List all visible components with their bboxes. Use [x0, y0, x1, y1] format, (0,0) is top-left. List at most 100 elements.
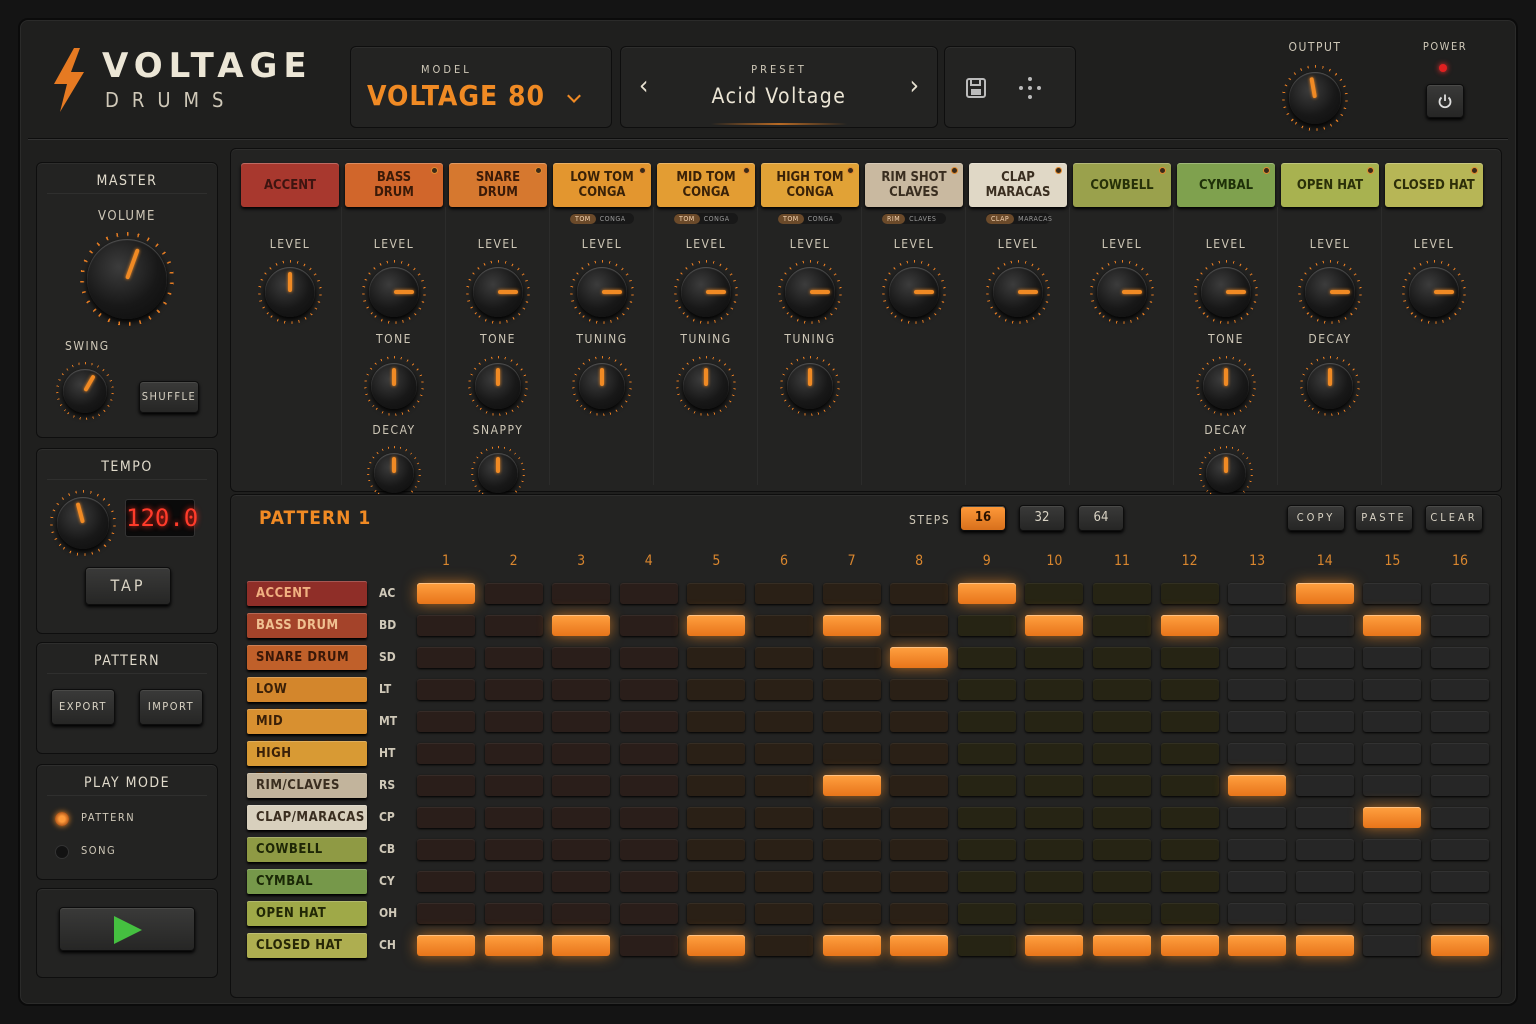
voice-toggle-clap-maracas[interactable]: CLAP MARACAS — [986, 213, 1052, 224]
step-button[interactable] — [417, 935, 475, 956]
step-button[interactable] — [1431, 615, 1489, 636]
mid-tom-conga-level-knob[interactable] — [681, 267, 731, 317]
instrument-button-rim-shot-claves[interactable]: RIM SHOT CLAVES — [865, 163, 963, 207]
instrument-button-low-tom-conga[interactable]: LOW TOM CONGA — [553, 163, 651, 207]
step-button[interactable] — [1025, 711, 1084, 732]
step-button[interactable] — [1160, 743, 1219, 764]
step-button[interactable] — [1093, 775, 1151, 796]
step-button[interactable] — [619, 775, 678, 796]
step-button[interactable] — [484, 743, 543, 764]
step-button[interactable] — [1228, 871, 1287, 892]
step-button[interactable] — [1363, 839, 1422, 860]
step-button[interactable] — [890, 839, 949, 860]
step-button[interactable] — [1093, 839, 1151, 860]
step-button[interactable] — [1160, 775, 1219, 796]
step-button[interactable] — [1093, 807, 1151, 828]
step-button[interactable] — [1228, 807, 1287, 828]
step-button[interactable] — [1228, 775, 1287, 796]
step-button[interactable] — [822, 615, 881, 636]
step-button[interactable] — [484, 807, 543, 828]
step-button[interactable] — [1160, 807, 1219, 828]
clap-maracas-level-knob[interactable] — [993, 267, 1043, 317]
snare-drum-level-knob[interactable] — [473, 267, 523, 317]
step-button[interactable] — [619, 711, 678, 732]
model-selector[interactable]: MODEL VOLTAGE 80 — [350, 46, 612, 128]
step-button[interactable] — [484, 711, 543, 732]
low-tom-conga-level-knob[interactable] — [577, 267, 627, 317]
paste-button[interactable]: PASTE — [1355, 505, 1413, 531]
step-button[interactable] — [552, 647, 611, 668]
row-label-cowbell[interactable]: COWBELL — [247, 837, 367, 862]
cymbal-decay-knob[interactable] — [1206, 453, 1246, 493]
step-button[interactable] — [687, 935, 746, 956]
open-hat-decay-knob[interactable] — [1307, 363, 1353, 409]
step-button[interactable] — [1295, 775, 1354, 796]
step-button[interactable] — [1363, 711, 1422, 732]
step-button[interactable] — [619, 871, 678, 892]
step-button[interactable] — [1295, 807, 1354, 828]
step-button[interactable] — [1228, 583, 1287, 604]
step-button[interactable] — [957, 679, 1016, 700]
instrument-button-closed-hat[interactable]: CLOSED HAT — [1385, 163, 1483, 207]
step-button[interactable] — [552, 775, 611, 796]
step-button[interactable] — [822, 583, 881, 604]
low-tom-conga-tuning-knob[interactable] — [579, 363, 625, 409]
step-button[interactable] — [1295, 615, 1354, 636]
step-button[interactable] — [552, 743, 611, 764]
step-button[interactable] — [1228, 839, 1287, 860]
step-button[interactable] — [552, 583, 611, 604]
tap-button[interactable]: TAP — [85, 567, 171, 605]
row-label-bass-drum[interactable]: BASS DRUM — [247, 613, 367, 638]
step-button[interactable] — [1025, 807, 1084, 828]
instrument-button-clap-maracas[interactable]: CLAP MARACAS — [969, 163, 1067, 207]
step-button[interactable] — [552, 839, 611, 860]
step-button[interactable] — [1295, 583, 1354, 604]
step-button[interactable] — [1431, 743, 1489, 764]
step-button[interactable] — [1093, 615, 1151, 636]
step-button[interactable] — [1025, 583, 1084, 604]
step-button[interactable] — [687, 743, 746, 764]
step-button[interactable] — [957, 903, 1016, 924]
instrument-button-snare-drum[interactable]: SNARE DRUM — [449, 163, 547, 207]
step-button[interactable] — [1160, 903, 1219, 924]
step-button[interactable] — [687, 775, 746, 796]
step-button[interactable] — [957, 839, 1016, 860]
cowbell-level-knob[interactable] — [1097, 267, 1147, 317]
volume-knob[interactable] — [87, 239, 167, 319]
step-button[interactable] — [619, 615, 678, 636]
move-icon[interactable] — [1017, 75, 1043, 101]
step-button[interactable] — [1025, 647, 1084, 668]
step-button[interactable] — [619, 583, 678, 604]
step-button[interactable] — [687, 679, 746, 700]
step-button[interactable] — [1363, 615, 1422, 636]
play-button[interactable] — [59, 907, 195, 951]
step-button[interactable] — [822, 743, 881, 764]
step-button[interactable] — [1160, 615, 1219, 636]
step-button[interactable] — [1431, 711, 1489, 732]
step-button[interactable] — [552, 679, 611, 700]
step-button[interactable] — [1431, 839, 1489, 860]
step-button[interactable] — [755, 775, 813, 796]
row-label-closed-hat[interactable]: CLOSED HAT — [247, 933, 367, 958]
step-button[interactable] — [1093, 935, 1151, 956]
step-button[interactable] — [1363, 583, 1422, 604]
step-button[interactable] — [755, 903, 813, 924]
step-button[interactable] — [755, 743, 813, 764]
step-button[interactable] — [890, 871, 949, 892]
row-label-cymbal[interactable]: CYMBAL — [247, 869, 367, 894]
step-button[interactable] — [822, 871, 881, 892]
step-button[interactable] — [957, 935, 1016, 956]
step-button[interactable] — [687, 903, 746, 924]
step-button[interactable] — [755, 807, 813, 828]
step-button[interactable] — [957, 711, 1016, 732]
step-button[interactable] — [1431, 775, 1489, 796]
step-button[interactable] — [1363, 647, 1422, 668]
mid-tom-conga-tuning-knob[interactable] — [683, 363, 729, 409]
step-button[interactable] — [1295, 903, 1354, 924]
row-label-high-tom-conga[interactable]: HIGH TOM/CONGA — [247, 741, 367, 786]
row-label-low-tom-conga[interactable]: LOW TOM/CONGA — [247, 677, 367, 722]
step-button[interactable] — [484, 775, 543, 796]
step-button[interactable] — [755, 839, 813, 860]
step-button[interactable] — [552, 903, 611, 924]
step-button[interactable] — [1228, 647, 1287, 668]
